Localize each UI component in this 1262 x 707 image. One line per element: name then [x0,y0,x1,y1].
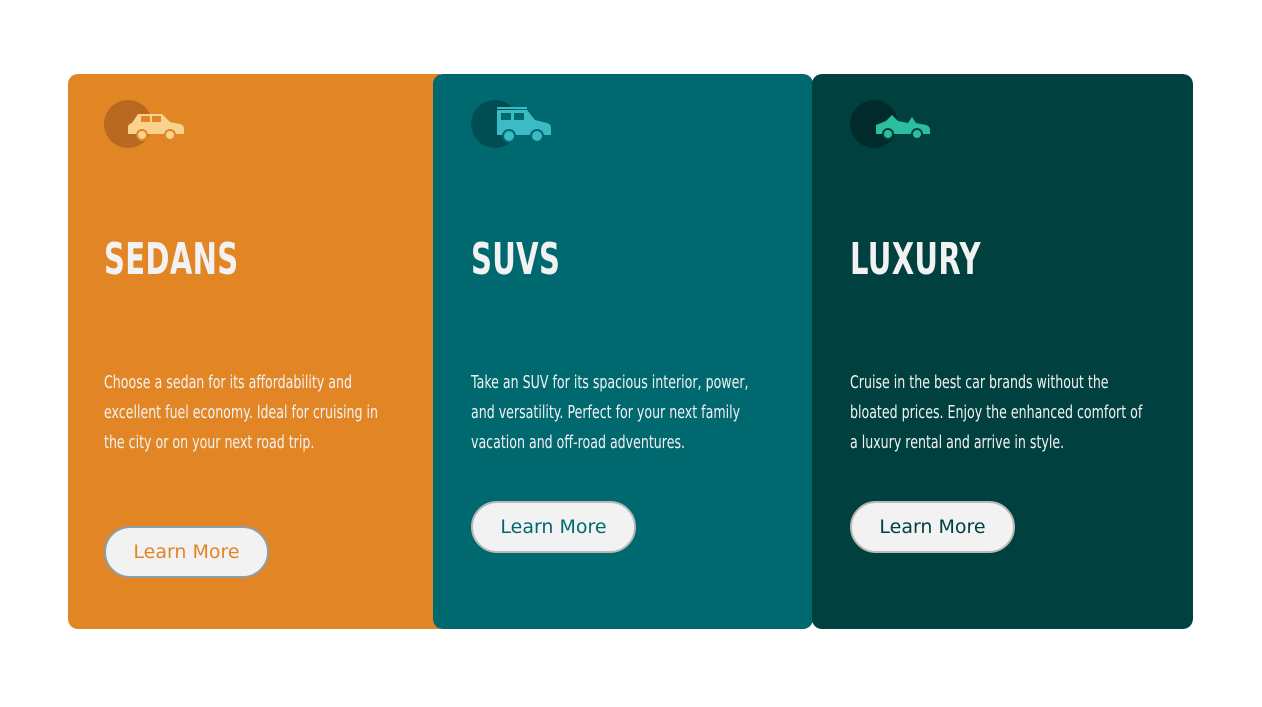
learn-more-button[interactable]: Learn More [850,501,1015,553]
suv-car-icon [471,99,561,151]
card-title: SEDANS [104,234,239,285]
card-title: LUXURY [850,234,981,285]
card-sedans: SEDANS Choose a sedan for its affordabil… [68,74,440,629]
card-description: Take an SUV for its spacious interior, p… [471,372,749,453]
card-suvs: SUVS Take an SUV for its spacious interi… [433,74,813,629]
luxury-car-icon [850,99,940,151]
card-description: Cruise in the best car brands without th… [850,372,1143,453]
learn-more-button[interactable]: Learn More [104,526,269,578]
card-group: SEDANS Choose a sedan for its affordabil… [68,74,1193,629]
learn-more-button[interactable]: Learn More [471,501,636,553]
sedan-car-icon [104,99,194,151]
card-description: Choose a sedan for its affordability and… [104,372,378,453]
card-luxury: LUXURY Cruise in the best car brands wit… [812,74,1193,629]
card-title: SUVS [471,234,561,285]
